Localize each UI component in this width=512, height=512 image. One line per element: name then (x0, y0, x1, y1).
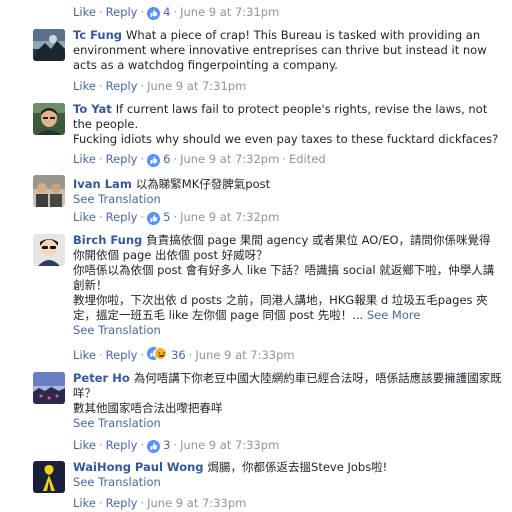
avatar[interactable] (33, 29, 65, 61)
comment-body: WaiHong Paul Wong 焗腸，你都係返去搵Steve Jobs啦! S… (73, 460, 502, 490)
like-button[interactable]: Like (73, 348, 96, 362)
avatar[interactable] (33, 461, 65, 493)
timestamp[interactable]: June 9 at 7:33pm (195, 348, 294, 362)
comment-text-line2: Fucking idiots why should we even pay ta… (73, 132, 499, 146)
comment-actions: Like · Reply · 3 · June 9 at 7:33pm (73, 438, 280, 453)
reply-button[interactable]: Reply (106, 348, 138, 362)
timestamp[interactable]: June 9 at 7:31pm (180, 5, 279, 19)
comment-actions: Like · Reply · June 9 at 7:33pm (73, 496, 247, 510)
see-translation-link[interactable]: See Translation (73, 323, 161, 337)
comment-text: 為何唔講下你老豆中國大陸網約車已經合法呀，唔係話應該要擁護國家既咩？ (73, 371, 502, 400)
timestamp[interactable]: June 9 at 7:33pm (180, 438, 279, 452)
avatar[interactable] (33, 103, 65, 135)
comment-author[interactable]: Birch Fung (73, 233, 142, 247)
comment-text-line3: 教埋你啦，下次出依 d posts 之前，同港人講地，HKG報果 d 垃圾五毛p… (73, 293, 488, 322)
reaction-like-icon[interactable] (147, 6, 161, 20)
comment-text-line2: 數其他國家唔合法出嚟把春咩 (73, 401, 223, 415)
comment-actions: Like · Reply · 6 · June 9 at 7:32pm · Edited (73, 152, 326, 167)
comment-actions: Like · Reply · 36 · June 9 at 7:33pm (73, 347, 295, 362)
timestamp[interactable]: June 9 at 7:33pm (147, 496, 246, 510)
see-translation-link[interactable]: See Translation (73, 416, 161, 430)
timestamp[interactable]: June 9 at 7:32pm (180, 152, 279, 166)
reaction-count[interactable]: 5 (163, 210, 170, 224)
reaction-count[interactable]: 36 (171, 348, 186, 362)
reaction-icons[interactable] (147, 347, 169, 361)
thumbs-up-icon (147, 212, 161, 225)
thumbs-up-icon (147, 7, 161, 20)
reaction-count[interactable]: 4 (163, 5, 170, 19)
thumbs-up-icon (147, 154, 161, 167)
comment-body: Tc Fung What a piece of crap! This Bureau… (73, 28, 502, 73)
like-button[interactable]: Like (73, 210, 96, 224)
reply-button[interactable]: Reply (106, 152, 138, 166)
like-button[interactable]: Like (73, 79, 96, 93)
comment-body: To Yat If current laws fail to protect pe… (73, 102, 502, 147)
see-translation-link[interactable]: See Translation (73, 192, 161, 206)
comment-body: Birch Fung 負責搞依個 page 果間 agency 或者果位 AO/E… (73, 233, 502, 338)
reaction-like-icon[interactable] (147, 439, 161, 453)
comment-body: Peter Ho 為何唔講下你老豆中國大陸網約車已經合法呀，唔係話應該要擁護國家既… (73, 371, 502, 431)
timestamp[interactable]: June 9 at 7:32pm (180, 210, 279, 224)
comment-author[interactable]: WaiHong Paul Wong (73, 460, 204, 474)
see-translation-link[interactable]: See Translation (73, 475, 161, 489)
comment-author[interactable]: Tc Fung (73, 28, 122, 42)
comment-author[interactable]: Peter Ho (73, 371, 130, 385)
edited-label[interactable]: Edited (289, 152, 326, 166)
reply-button[interactable]: Reply (106, 5, 138, 19)
comment-text: 以為睇緊MK仔發脾氣post (135, 177, 271, 191)
comment-actions: Like · Reply · 5 · June 9 at 7:32pm (73, 210, 280, 225)
comment-text: What a piece of crap! This Bureau is tas… (73, 28, 487, 72)
avatar[interactable] (33, 234, 65, 266)
timestamp[interactable]: June 9 at 7:31pm (147, 79, 246, 93)
like-button[interactable]: Like (73, 5, 96, 19)
comment-actions-top: Like · Reply · 4 · June 9 at 7:31pm (73, 5, 280, 20)
reply-button[interactable]: Reply (106, 79, 138, 93)
reaction-count[interactable]: 3 (163, 438, 170, 452)
thumbs-up-icon (147, 440, 161, 453)
reaction-like-icon[interactable] (147, 211, 161, 225)
haha-icon (154, 347, 168, 360)
comment-body: Ivan Lam 以為睇緊MK仔發脾氣post See Translation (73, 177, 502, 207)
like-button[interactable]: Like (73, 438, 96, 452)
reply-button[interactable]: Reply (106, 210, 138, 224)
reaction-like-icon[interactable] (147, 153, 161, 167)
reaction-count[interactable]: 6 (163, 152, 170, 166)
comment-actions: Like · Reply · June 9 at 7:31pm (73, 79, 247, 93)
comment-author[interactable]: Ivan Lam (73, 177, 132, 191)
comment-text-line2: 你唔係以為依個 post 會有好多人 like 下話？唔識搞 social 就返… (73, 263, 495, 292)
see-more-link[interactable]: See More (367, 308, 421, 322)
like-button[interactable]: Like (73, 152, 96, 166)
comment-author[interactable]: To Yat (73, 102, 112, 116)
comment-text: 焗腸，你都係返去搵Steve Jobs啦! (207, 460, 388, 474)
reply-button[interactable]: Reply (106, 496, 138, 510)
avatar[interactable] (33, 372, 65, 404)
comment-text: If current laws fail to protect people's… (73, 102, 488, 131)
avatar[interactable] (33, 175, 65, 207)
like-button[interactable]: Like (73, 496, 96, 510)
reply-button[interactable]: Reply (106, 438, 138, 452)
